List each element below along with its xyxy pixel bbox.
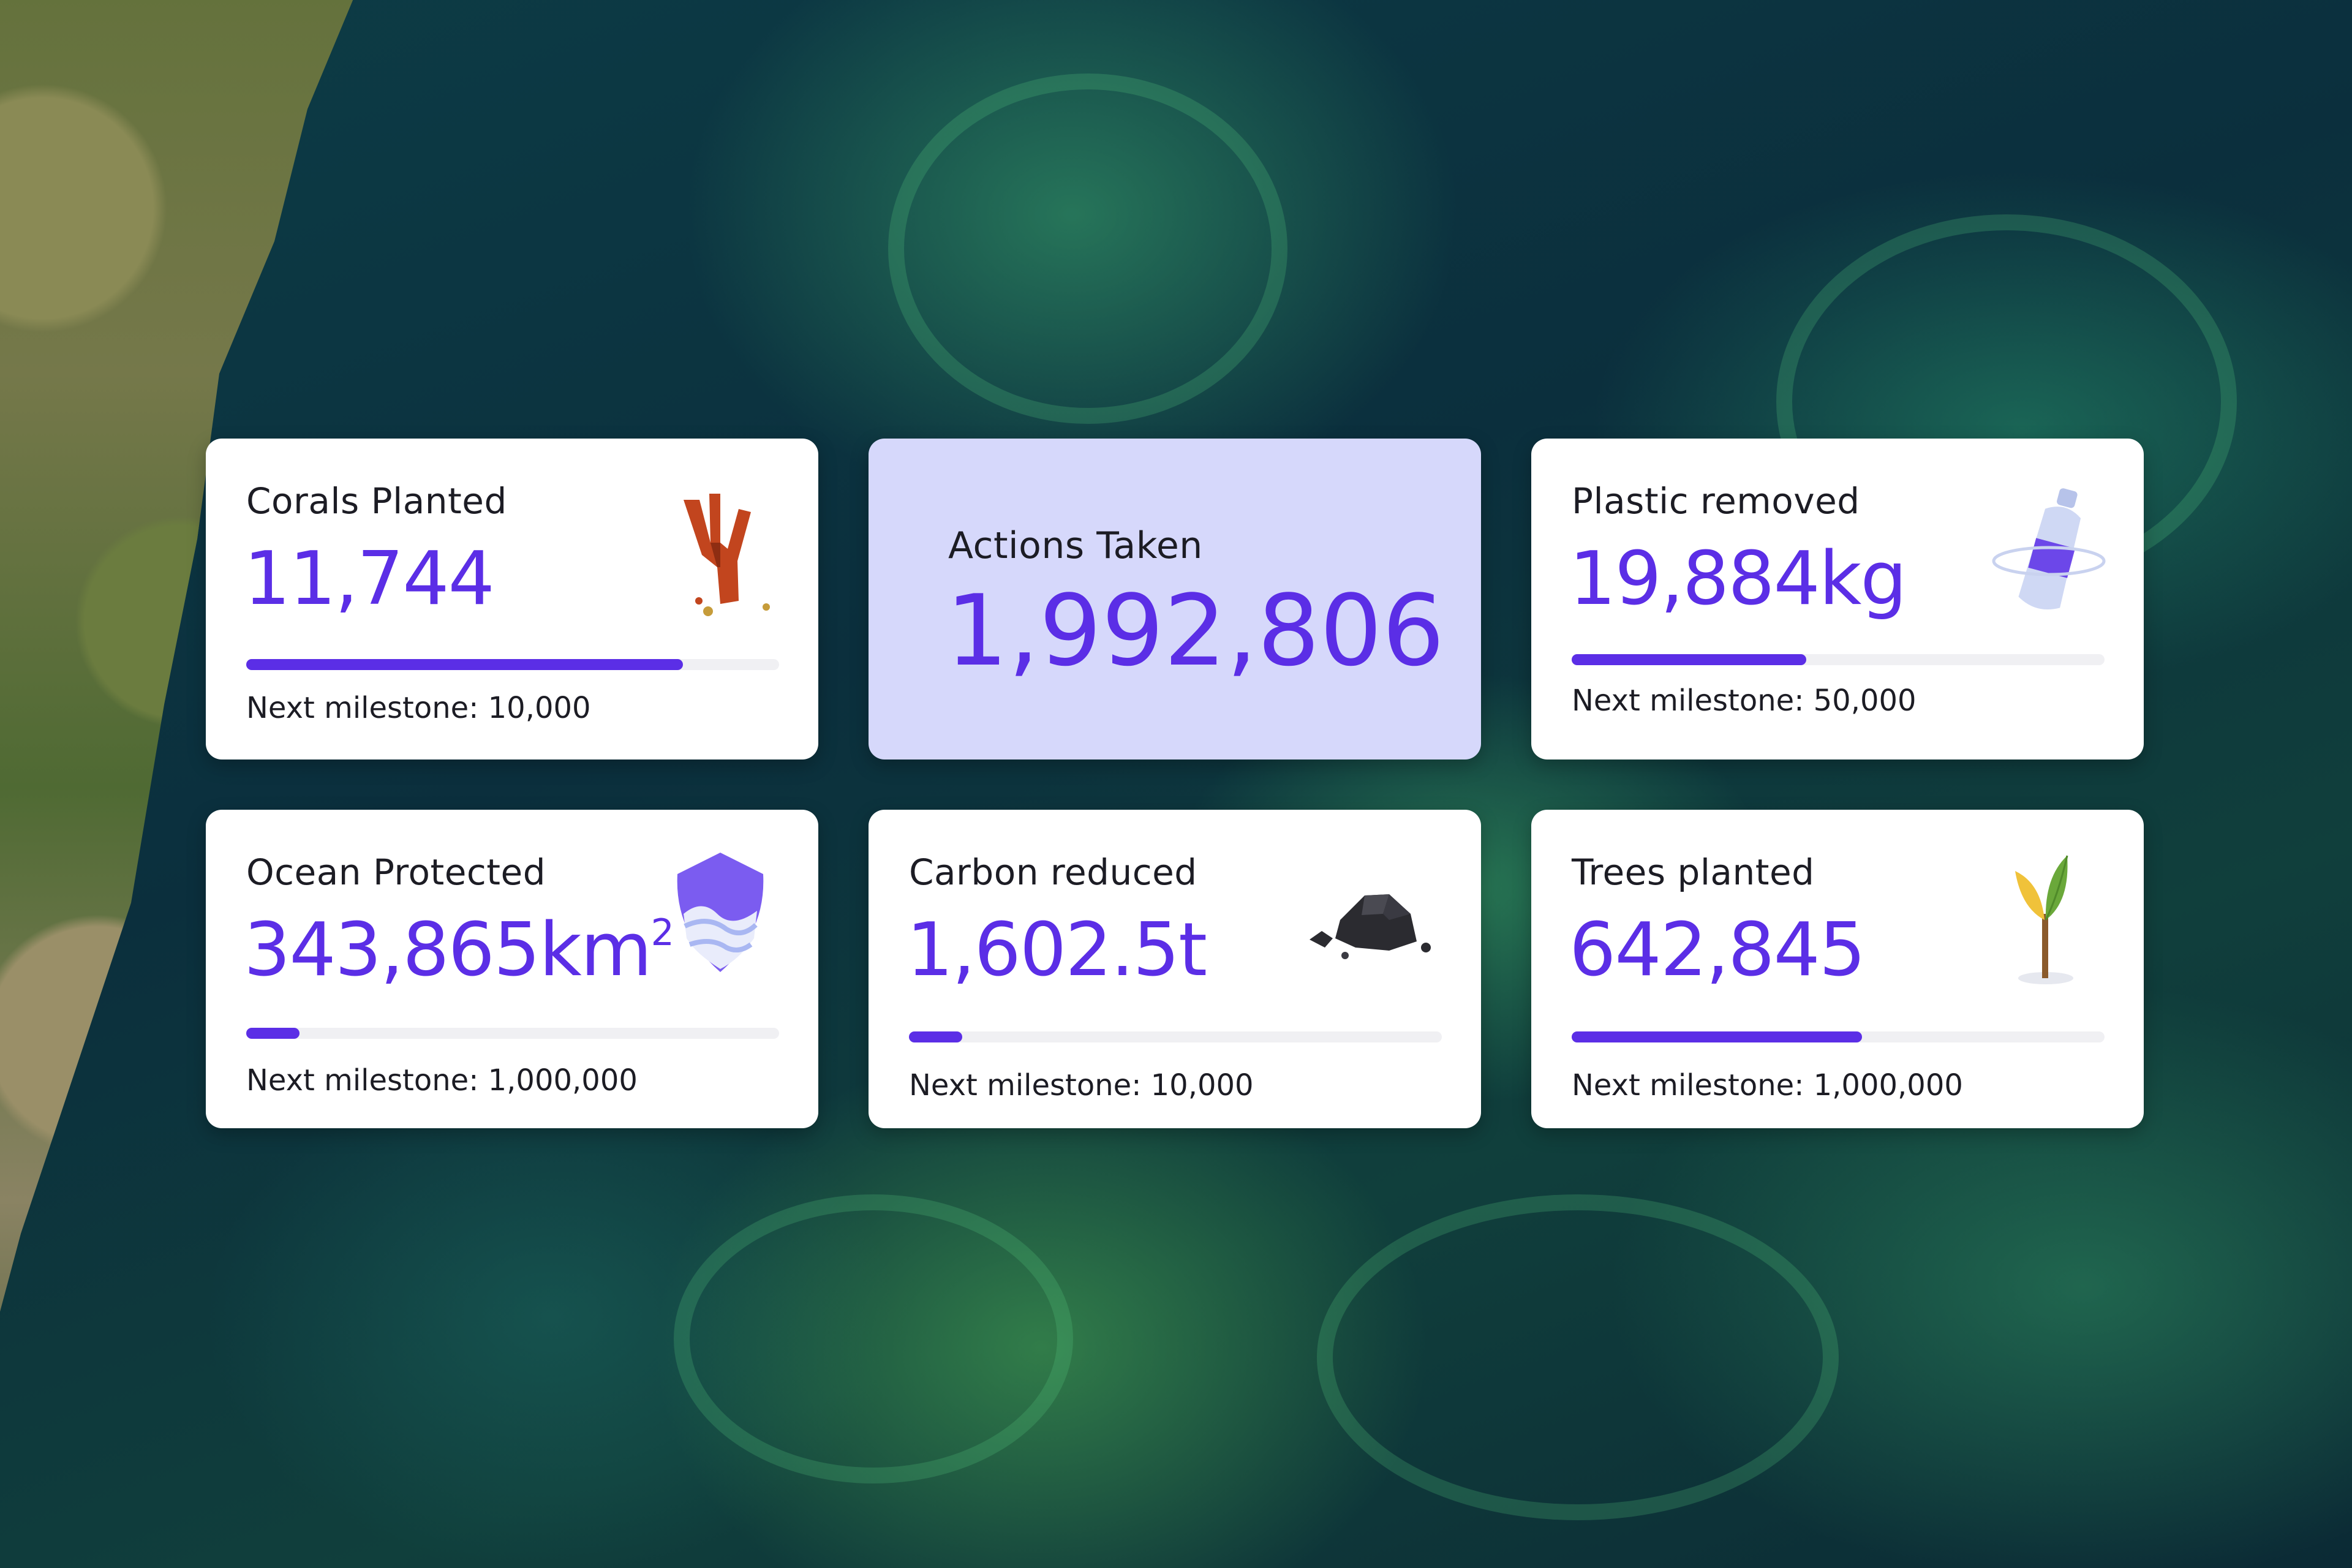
milestone-text: Next milestone: 1,000,000 [246,1063,638,1098]
card-value: 1,602.5t [907,908,1207,993]
value-number: 343,865km [244,908,652,993]
coral-icon [659,475,782,622]
milestone-text: Next milestone: 10,000 [246,691,591,725]
plastic-bottle-icon [1985,475,2107,622]
progress-fill [246,659,684,670]
progress-track [1572,654,2105,665]
coastline-land [0,0,401,1531]
card-value: 642,845 [1569,908,1866,993]
card-value: 19,884kg [1569,537,1907,622]
milestone-text: Next milestone: 1,000,000 [1572,1068,1963,1102]
card-title: Plastic removed [1572,480,1860,522]
corals-planted-card[interactable]: Corals Planted 11,744 Next milestone: 10… [206,439,818,760]
card-value: 11,744 [244,537,495,622]
card-title: Corals Planted [246,480,507,522]
carbon-reduced-card[interactable]: Carbon reduced 1,602.5t Next milestone: … [869,810,1481,1128]
card-title: Actions Taken [948,524,1203,567]
coal-icon [1297,871,1444,1018]
progress-track [246,1028,779,1039]
progress-fill [1572,654,1806,665]
progress-fill [909,1031,962,1042]
milestone-text: Next milestone: 50,000 [1572,684,1917,718]
card-title: Ocean Protected [246,851,546,893]
card-value: 1,992,806 [946,573,1445,688]
card-value: 343,865km2 [244,908,674,993]
progress-fill [246,1028,300,1039]
progress-track [246,659,779,670]
milestone-text: Next milestone: 10,000 [909,1068,1254,1102]
ocean-satellite-background [0,0,2352,1568]
progress-fill [1572,1031,1863,1042]
sapling-icon [1985,846,2107,993]
ocean-shield-icon [659,846,782,993]
ocean-protected-card[interactable]: Ocean Protected 343,865km2 Next mileston… [206,810,818,1128]
algae-swirl [888,74,1287,424]
plastic-removed-card[interactable]: Plastic removed 19,884kg Next milestone:… [1531,439,2144,760]
progress-track [1572,1031,2105,1042]
trees-planted-card[interactable]: Trees planted 642,845 Next milestone: 1,… [1531,810,2144,1128]
algae-swirl [1317,1194,1839,1520]
card-title: Trees planted [1572,851,1815,893]
progress-track [909,1031,1442,1042]
actions-taken-card[interactable]: Actions Taken 1,992,806 [869,439,1481,760]
card-title: Carbon reduced [909,851,1197,893]
algae-swirl [674,1194,1073,1483]
